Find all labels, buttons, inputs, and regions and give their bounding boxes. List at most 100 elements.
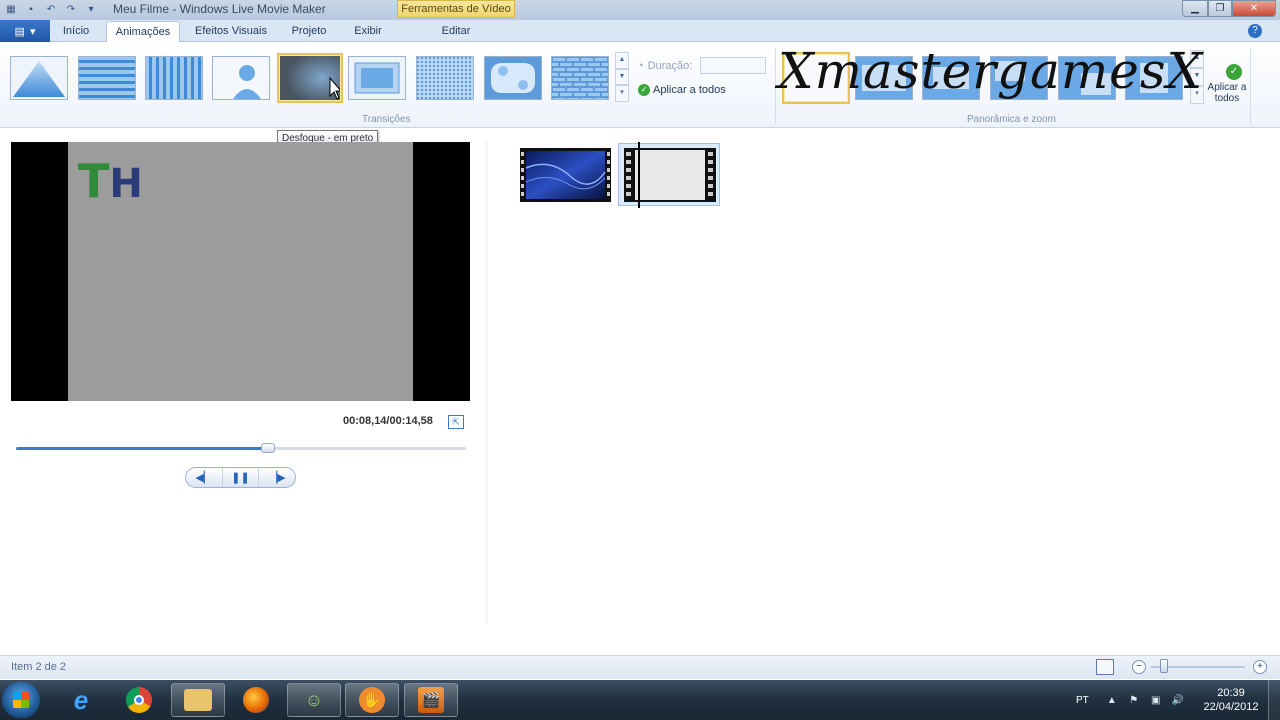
folder-icon [184, 689, 212, 711]
firefox-icon [243, 687, 269, 713]
transition-thumb-bars-vertical[interactable] [145, 56, 203, 100]
ribbon-tabs: ▤ ▾ Início Animações Efeitos Visuais Pro… [0, 20, 1280, 42]
tab-animacoes[interactable]: Animações [106, 21, 180, 42]
taskbar-firefox[interactable] [229, 683, 283, 717]
previous-frame-icon: ◀▏ [195, 472, 213, 484]
pause-icon: ❚❚ [231, 472, 250, 484]
window-controls: ▁ ❐ ✕ [1182, 0, 1276, 17]
transition-thumb-bricks[interactable] [551, 56, 609, 100]
internet-explorer-icon: e [73, 684, 89, 715]
transition-zoom-frame-icon [349, 57, 405, 99]
transitions-group-label: Transições [362, 114, 411, 125]
transition-puzzle-icon [485, 57, 541, 99]
action-center-icon[interactable]: ⚑ [1127, 693, 1141, 707]
quick-access-toolbar: ▦ ▪ ↶ ↷ ▾ [4, 2, 98, 16]
minimize-button[interactable]: ▁ [1182, 0, 1208, 17]
duration-control: ◔ Duração: [637, 57, 767, 74]
transition-diagonal-icon [11, 57, 67, 99]
transition-bricks-icon [552, 57, 608, 99]
taskbar-chrome[interactable] [112, 683, 166, 717]
title-bar: ▦ ▪ ↶ ↷ ▾ Meu Filme - Windows Live Movie… [0, 0, 1280, 20]
channel-watermark: XmastergamesX [778, 42, 1204, 100]
transition-thumb-bars-horizontal[interactable] [78, 56, 136, 100]
taskbar-movie-maker[interactable]: 🎬 [404, 683, 458, 717]
transition-thumb-puzzle[interactable] [484, 56, 542, 100]
customize-qat-icon[interactable]: ▾ [84, 2, 98, 16]
maximize-button[interactable]: ❐ [1208, 0, 1232, 17]
show-hidden-icons-icon[interactable]: ▲ [1105, 693, 1119, 707]
group-separator [775, 48, 776, 124]
preview-frame: TH [68, 142, 413, 401]
tab-editar[interactable]: Editar [426, 21, 486, 42]
undo-icon[interactable]: ↶ [44, 2, 58, 16]
next-frame-button[interactable]: ▕▶ [259, 468, 295, 487]
gallery-scroller: ▲ ▼ ▾ [615, 52, 629, 103]
transition-blur-black-icon [280, 56, 340, 100]
pane-divider[interactable] [486, 142, 488, 622]
zoom-out-button[interactable]: − [1132, 660, 1146, 674]
paw-icon: ✋ [359, 687, 385, 713]
tab-exibir[interactable]: Exibir [342, 21, 394, 42]
pan-zoom-apply-all-button[interactable]: Aplicar a todos [1205, 82, 1249, 104]
help-icon[interactable]: ? [1248, 24, 1262, 38]
tab-efeitos-visuais[interactable]: Efeitos Visuais [186, 21, 276, 42]
movie-maker-icon: 🎬 [418, 687, 444, 713]
language-indicator[interactable]: PT [1076, 695, 1089, 706]
clip-1-thumbnail [520, 148, 611, 202]
logo-letter-t: T [78, 154, 110, 208]
redo-icon[interactable]: ↷ [64, 2, 78, 16]
contextual-tab-video-tools: Ferramentas de Vídeo [397, 0, 515, 18]
taskbar-internet-explorer[interactable]: e [54, 683, 108, 717]
transition-thumb-blur-black[interactable] [277, 53, 343, 103]
zoom-in-button[interactable]: + [1253, 660, 1267, 674]
messenger-icon: ☺ [304, 689, 324, 710]
playback-controls: ◀▏ ❚❚ ▕▶ [185, 467, 296, 488]
status-bar: Item 2 de 2 − + [0, 655, 1280, 679]
seek-bar-handle[interactable] [261, 443, 275, 453]
seek-bar-progress [16, 447, 268, 450]
transition-thumb-dissolve[interactable] [416, 56, 474, 100]
start-button[interactable] [2, 682, 40, 718]
item-count: Item 2 de 2 [11, 661, 67, 673]
seek-bar[interactable] [16, 443, 466, 453]
tab-inicio[interactable]: Início [52, 21, 100, 42]
video-preview[interactable]: TH [11, 142, 470, 401]
gallery-up-button[interactable]: ▲ [615, 52, 629, 69]
chevron-down-icon: ▾ [29, 25, 36, 38]
taskbar-clock[interactable]: 20:39 22/04/2012 [1196, 686, 1266, 714]
transition-thumb-zoom-frame[interactable] [348, 56, 406, 100]
app-menu-button[interactable]: ▤ ▾ [0, 20, 50, 42]
window-title: Meu Filme - Windows Live Movie Maker [113, 2, 326, 16]
save-icon[interactable]: ▪ [24, 2, 38, 16]
timeline-playhead[interactable] [638, 142, 640, 208]
taskbar-messenger[interactable]: ☺ [287, 683, 341, 717]
gallery-expand-button[interactable]: ▾ [615, 85, 629, 103]
timecode: 00:08,14/00:14,58 [343, 415, 433, 427]
previous-frame-button[interactable]: ◀▏ [186, 468, 223, 487]
stopwatch-icon: ◔ [637, 59, 644, 72]
next-frame-icon: ▕▶ [268, 472, 286, 484]
fullscreen-icon[interactable]: ⇱ [448, 415, 464, 429]
volume-icon[interactable]: 🔊 [1171, 693, 1185, 707]
transition-bars-vertical-icon [146, 57, 202, 99]
transition-thumb-silhouette[interactable] [212, 56, 270, 100]
check-icon: ✓ [638, 84, 650, 96]
tab-projeto[interactable]: Projeto [282, 21, 336, 42]
apply-all-transitions-button[interactable]: ✓ Aplicar a todos [638, 84, 726, 96]
transition-silhouette-icon [213, 57, 269, 99]
zoom-slider-handle[interactable] [1160, 659, 1169, 673]
pause-button[interactable]: ❚❚ [223, 468, 260, 487]
thumbnail-size-icon[interactable] [1096, 659, 1114, 675]
gallery-down-button[interactable]: ▼ [615, 68, 629, 86]
pan-zoom-group-label: Panorâmica e zoom [967, 114, 1056, 125]
transition-thumb-diagonal[interactable] [10, 56, 68, 100]
app-icon[interactable]: ▦ [4, 2, 18, 16]
taskbar-file-explorer[interactable] [171, 683, 225, 717]
taskbar-app[interactable]: ✋ [345, 683, 399, 717]
chrome-icon [126, 687, 152, 713]
close-button[interactable]: ✕ [1232, 0, 1276, 17]
duration-field[interactable] [700, 57, 767, 74]
storyboard-clip-1[interactable] [520, 148, 611, 202]
show-desktop-button[interactable] [1268, 680, 1280, 720]
network-icon[interactable]: ▣ [1149, 693, 1163, 707]
